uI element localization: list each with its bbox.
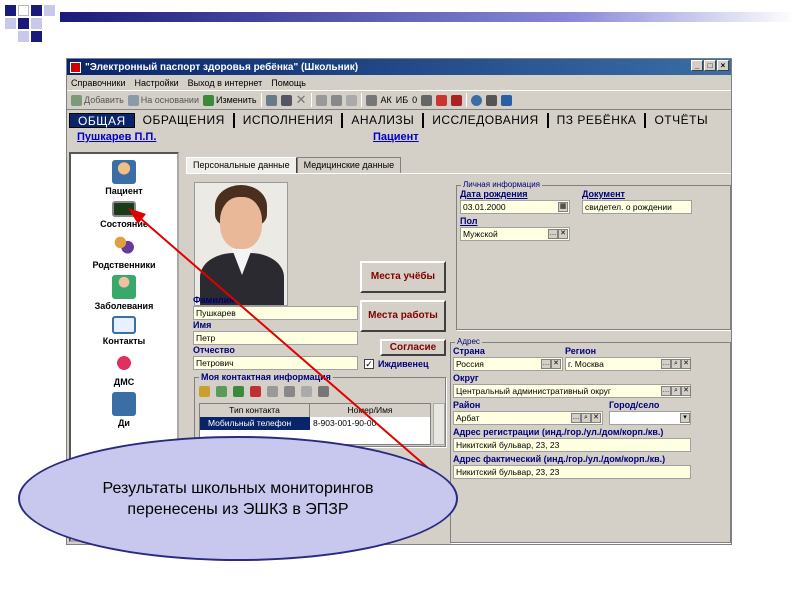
callout-line-1: Результаты школьных мониторингов — [102, 479, 374, 497]
callout-line-2: перенесены из ЭШКЗ в ЭПЗР — [127, 500, 349, 518]
callout-bubble: Результаты школьных мониторингов перенес… — [18, 436, 458, 561]
